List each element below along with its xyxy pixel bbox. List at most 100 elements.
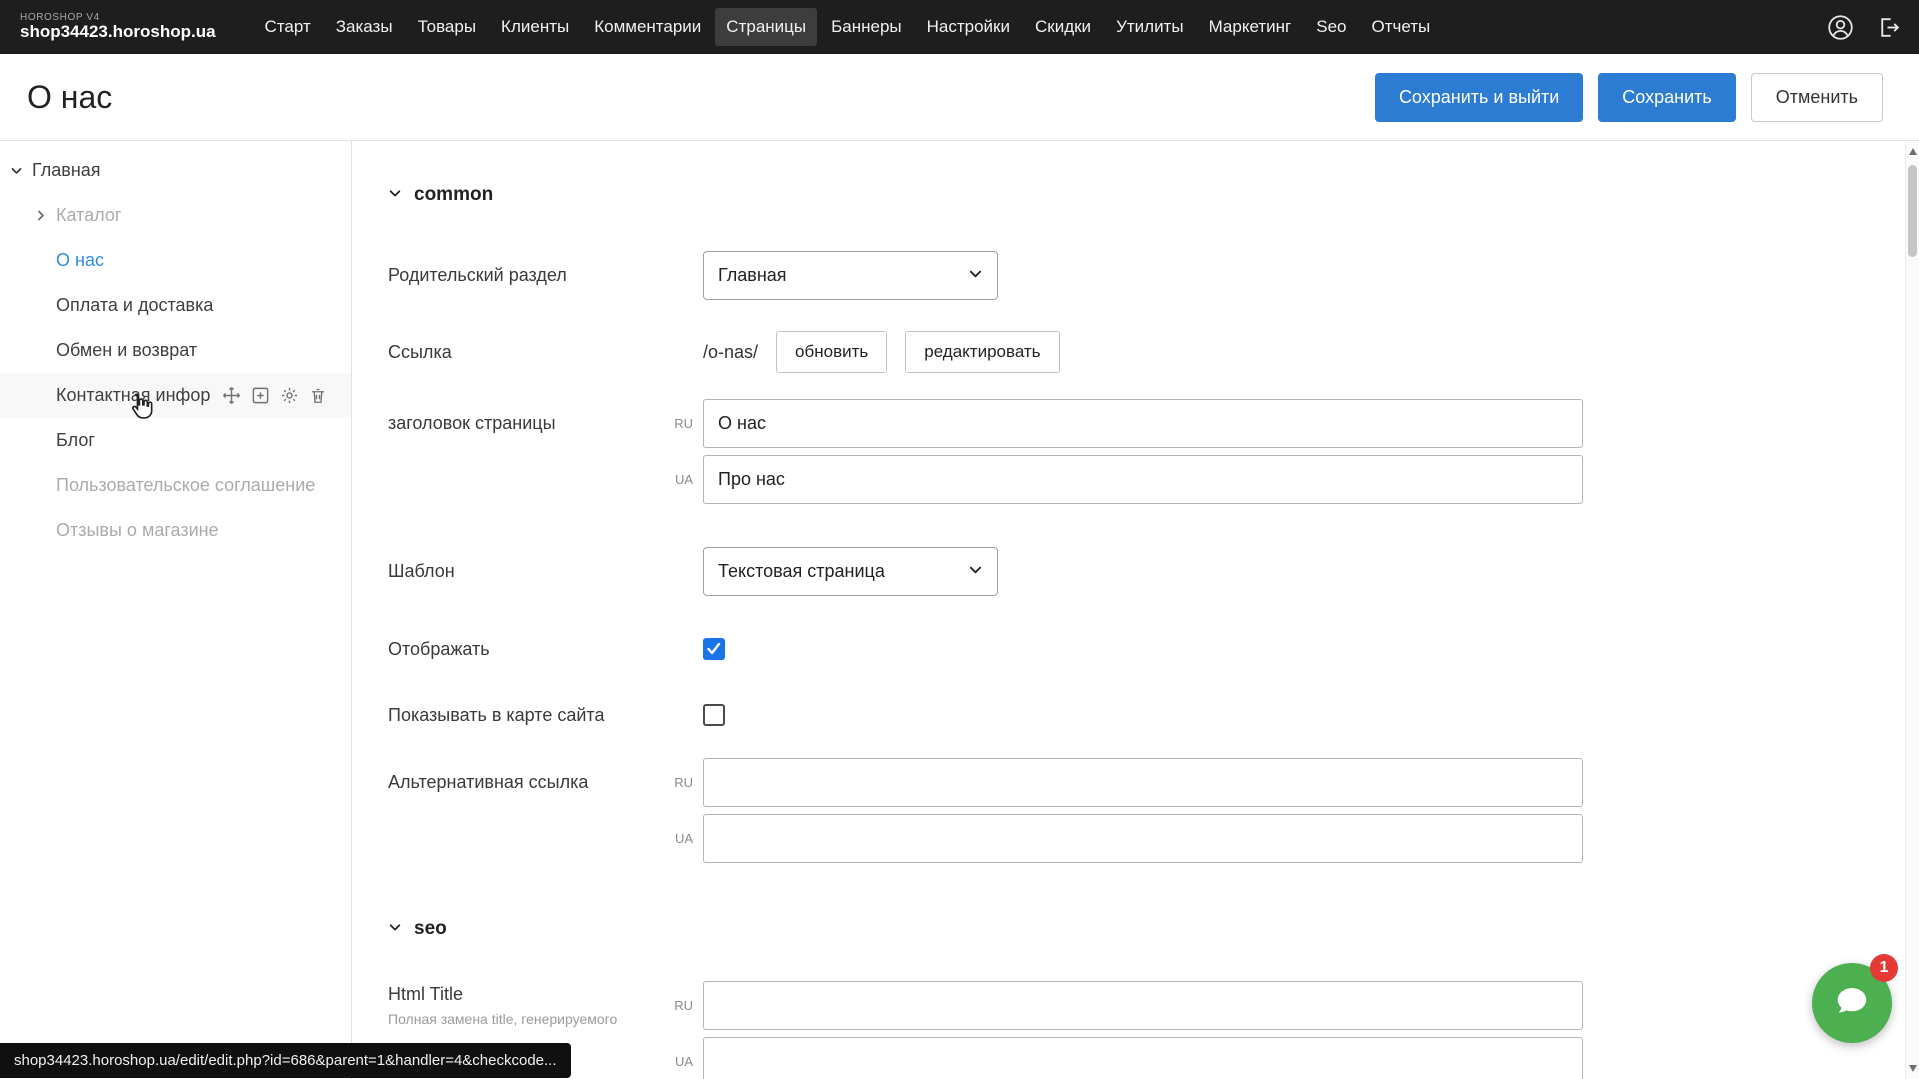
lang-badge-ua: UA	[663, 1054, 703, 1069]
parent-section-select[interactable]: Главная	[703, 251, 998, 300]
vertical-scrollbar[interactable]	[1905, 141, 1919, 1079]
sidebar-item-label: Отзывы о магазине	[56, 520, 219, 541]
chevron-right-icon[interactable]	[34, 209, 56, 222]
nav-orders[interactable]: Заказы	[325, 8, 404, 46]
scrollbar-down-arrow-icon[interactable]	[1909, 1065, 1917, 1072]
chevron-down-icon	[388, 918, 402, 940]
nav-seo[interactable]: Seo	[1305, 8, 1357, 46]
nav-settings[interactable]: Настройки	[916, 8, 1021, 46]
add-icon[interactable]	[251, 386, 270, 405]
template-value: Текстовая страница	[718, 561, 885, 582]
scrollbar-thumb[interactable]	[1908, 165, 1917, 257]
chat-widget-button[interactable]: 1	[1812, 963, 1892, 1043]
parent-section-label: Родительский раздел	[388, 265, 663, 286]
tree-row-actions	[222, 386, 327, 405]
template-select[interactable]: Текстовая страница	[703, 547, 998, 596]
alt-link-ua-input[interactable]	[703, 814, 1583, 863]
nav-banners[interactable]: Баннеры	[820, 8, 913, 46]
gear-icon[interactable]	[280, 386, 299, 405]
nav-pages[interactable]: Страницы	[715, 8, 817, 46]
display-label: Отображать	[388, 639, 663, 660]
section-common-header[interactable]: common	[388, 183, 1905, 207]
header-actions: Сохранить и выйти Сохранить Отменить	[1375, 73, 1883, 122]
pages-tree-sidebar: Главная Каталог О нас Оплата и доставка …	[0, 141, 352, 1079]
user-icon[interactable]	[1825, 12, 1855, 42]
nav-utilities[interactable]: Утилиты	[1105, 8, 1195, 46]
sitemap-label: Показывать в карте сайта	[388, 705, 663, 726]
sitemap-row: Показывать в карте сайта	[352, 704, 1905, 726]
chevron-down-icon	[388, 184, 402, 206]
sidebar-item-about[interactable]: О нас	[0, 238, 351, 283]
display-row: Отображать	[352, 638, 1905, 660]
chevron-down-icon	[968, 561, 983, 582]
nav-start[interactable]: Старт	[254, 8, 322, 46]
trash-icon[interactable]	[309, 386, 327, 405]
chat-unread-badge: 1	[1870, 954, 1898, 982]
nav-reports[interactable]: Отчеты	[1360, 8, 1441, 46]
sidebar-item-catalog[interactable]: Каталог	[0, 193, 351, 238]
nav-clients[interactable]: Клиенты	[490, 8, 580, 46]
cancel-button[interactable]: Отменить	[1751, 73, 1883, 122]
html-title-label: Html Title	[388, 984, 663, 1005]
display-checkbox[interactable]	[703, 638, 725, 660]
template-row: Шаблон Текстовая страница	[352, 547, 1905, 596]
save-and-exit-button[interactable]: Сохранить и выйти	[1375, 73, 1583, 122]
page-title: О нас	[27, 79, 112, 116]
nav-products[interactable]: Товары	[407, 8, 487, 46]
page-title-ua-input[interactable]	[703, 455, 1583, 504]
link-path: /o-nas/	[703, 342, 758, 363]
html-title-ru-input[interactable]	[703, 981, 1583, 1030]
sidebar-item-label: Оплата и доставка	[56, 295, 213, 316]
sidebar-item-label: Главная	[32, 160, 101, 181]
chevron-down-icon[interactable]	[10, 164, 32, 177]
logout-icon[interactable]	[1873, 12, 1903, 42]
sidebar-item-blog[interactable]: Блог	[0, 418, 351, 463]
sidebar-item-label: Каталог	[56, 205, 121, 226]
edit-link-button[interactable]: редактировать	[905, 331, 1059, 373]
sidebar-item-home[interactable]: Главная	[0, 148, 351, 193]
page-title-ru-input[interactable]	[703, 399, 1583, 448]
lang-badge-ua: UA	[663, 472, 703, 487]
brand-domain: shop34423.horoshop.ua	[20, 23, 216, 42]
sidebar-item-label: О нас	[56, 250, 104, 271]
sidebar-item-payment-delivery[interactable]: Оплата и доставка	[0, 283, 351, 328]
sidebar-item-contact-info[interactable]: Контактная инфор	[0, 373, 351, 418]
nav-comments[interactable]: Комментарии	[583, 8, 712, 46]
move-icon[interactable]	[222, 386, 241, 405]
alt-link-row: Альтернативная ссылка RU UA	[352, 758, 1905, 863]
nav-discounts[interactable]: Скидки	[1024, 8, 1102, 46]
status-url-tooltip: shop34423.horoshop.ua/edit/edit.php?id=6…	[0, 1043, 571, 1078]
page-title-row: заголовок страницы RU UA	[352, 399, 1905, 504]
parent-section-value: Главная	[718, 265, 787, 286]
sidebar-item-store-reviews[interactable]: Отзывы о магазине	[0, 508, 351, 553]
scrollbar-up-arrow-icon[interactable]	[1909, 148, 1917, 155]
sidebar-item-label: Обмен и возврат	[56, 340, 197, 361]
section-seo-header[interactable]: seo	[388, 917, 1905, 941]
page-edit-form: common Родительский раздел Главная Ссылк…	[352, 141, 1905, 1079]
lang-badge-ru: RU	[663, 775, 703, 790]
topbar: HOROSHOP V4 shop34423.horoshop.ua Старт …	[0, 0, 1919, 54]
sidebar-item-label: Блог	[56, 430, 95, 451]
chevron-down-icon	[968, 265, 983, 286]
chat-icon	[1832, 981, 1872, 1026]
sidebar-item-label: Контактная инфор	[56, 385, 210, 406]
section-seo-title: seo	[414, 918, 447, 940]
nav-marketing[interactable]: Маркетинг	[1198, 8, 1303, 46]
html-title-label-cell: Html Title Полная замена title, генериру…	[388, 984, 663, 1027]
save-button[interactable]: Сохранить	[1598, 73, 1735, 122]
refresh-link-button[interactable]: обновить	[776, 331, 887, 373]
html-title-ua-input[interactable]	[703, 1037, 1583, 1079]
page-title-label: заголовок страницы	[388, 413, 663, 434]
html-title-hint: Полная замена title, генерируемого	[388, 1011, 663, 1027]
link-label: Ссылка	[388, 342, 663, 363]
sidebar-item-user-agreement[interactable]: Пользовательское соглашение	[0, 463, 351, 508]
alt-link-ru-input[interactable]	[703, 758, 1583, 807]
lang-badge-ru: RU	[663, 998, 703, 1013]
sitemap-checkbox[interactable]	[703, 704, 725, 726]
link-row: Ссылка /o-nas/ обновить редактировать	[352, 331, 1905, 373]
parent-section-row: Родительский раздел Главная	[352, 251, 1905, 300]
lang-badge-ru: RU	[663, 416, 703, 431]
sidebar-item-exchange-return[interactable]: Обмен и возврат	[0, 328, 351, 373]
brand-logo[interactable]: HOROSHOP V4 shop34423.horoshop.ua	[20, 12, 216, 42]
page-header: О нас Сохранить и выйти Сохранить Отмени…	[0, 54, 1919, 141]
